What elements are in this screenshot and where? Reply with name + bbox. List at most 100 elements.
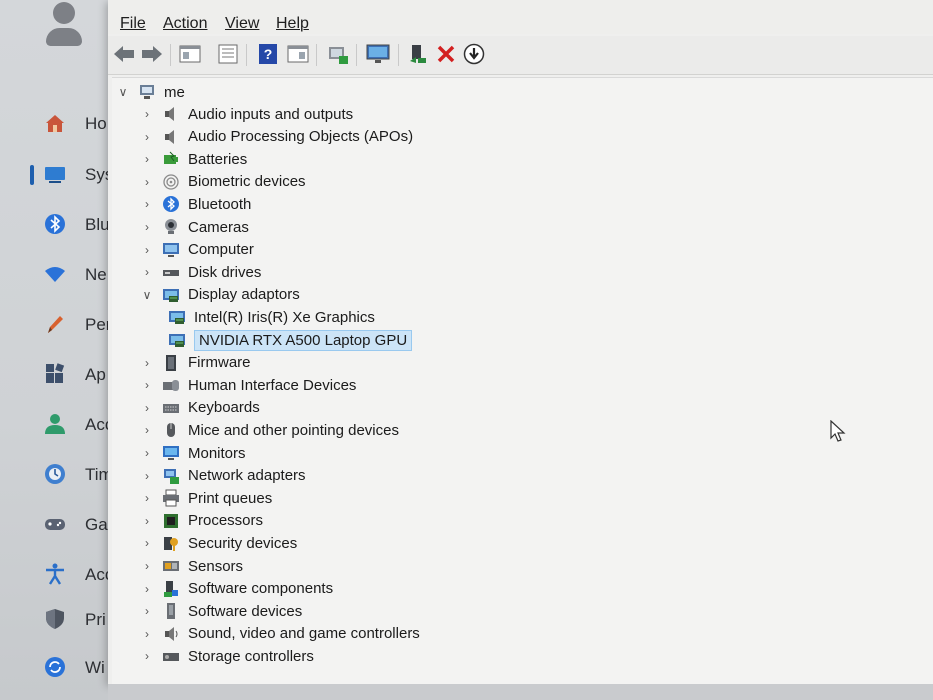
tree-device-selected[interactable]: NVIDIA RTX A500 Laptop GPU [168,329,413,351]
chevron-right-icon[interactable]: › [142,356,152,370]
chevron-right-icon[interactable]: › [142,446,152,460]
chevron-down-icon[interactable]: ∨ [118,85,128,99]
tree-category[interactable]: › Keyboards [142,397,260,419]
chevron-right-icon[interactable]: › [142,627,152,641]
tree-category[interactable]: › Batteries [142,148,247,170]
update-driver-button[interactable] [462,42,486,66]
nav-accounts[interactable]: Acc [0,403,113,447]
chevron-right-icon[interactable]: › [142,265,152,279]
chevron-right-icon[interactable]: › [142,491,152,505]
tree-device[interactable]: Intel(R) Iris(R) Xe Graphics [168,306,375,328]
chevron-right-icon[interactable]: › [142,197,152,211]
tree-category[interactable]: › Sensors [142,555,243,577]
chevron-right-icon[interactable]: › [142,401,152,415]
tree-category[interactable]: › Print queues [142,487,272,509]
tree-category[interactable]: › Computer [142,239,254,261]
tree-root[interactable]: ∨ me [118,81,185,103]
enable-device-button[interactable] [406,42,430,66]
nav-gaming[interactable]: Ga [0,503,112,547]
time-icon [45,464,65,484]
nav-apps[interactable]: Ap [0,353,112,397]
forward-button[interactable] [140,42,164,66]
menu-action[interactable]: Action [163,15,207,33]
chevron-right-icon[interactable]: › [142,423,152,437]
chevron-right-icon[interactable]: › [142,559,152,573]
help-icon: ? [259,44,277,64]
tree-category[interactable]: › Disk drives [142,261,261,283]
system-icon [45,167,65,183]
tree-category[interactable]: › Cameras [142,216,249,238]
tree-category[interactable]: ∨ Display adaptors [142,284,300,306]
nav-time[interactable]: Tim [0,453,113,497]
chevron-right-icon[interactable]: › [142,604,152,618]
tree-category[interactable]: › Monitors [142,442,246,464]
enable-device-icon [410,45,426,63]
chevron-right-icon[interactable]: › [142,175,152,189]
tree-category[interactable]: › Software devices [142,600,302,622]
user-avatar[interactable] [44,2,86,46]
hid-icon [162,376,180,394]
tree-category-label: Monitors [188,444,246,462]
settings-sidebar: Ho Sys Blu Ne Per Ap Acc Tim Ga Acc Pri [0,0,113,700]
nav-privacy[interactable]: Pri [0,598,112,642]
home-icon [46,115,64,132]
nav-windows-update[interactable]: Wi [0,646,112,690]
uninstall-icon [437,45,455,63]
accounts-icon [45,414,65,434]
tree-category[interactable]: › Security devices [142,532,297,554]
menu-file[interactable]: File [120,15,146,33]
chevron-right-icon[interactable]: › [142,130,152,144]
nav-label: Wi [85,658,105,677]
chevron-right-icon[interactable]: › [142,243,152,257]
chevron-right-icon[interactable]: › [142,152,152,166]
tree-category[interactable]: › Audio Processing Objects (APOs) [142,126,413,148]
display-adapter-icon [168,331,186,349]
disk-icon [162,263,180,281]
tree-category[interactable]: › Sound, video and game controllers [142,623,420,645]
chevron-right-icon[interactable]: › [142,536,152,550]
tree-category[interactable]: › Software components [142,578,333,600]
tree-category[interactable]: › Human Interface Devices [142,374,356,396]
tree-category[interactable]: › Mice and other pointing devices [142,419,399,441]
tree-category[interactable]: › Processors [142,510,263,532]
network-icon [45,267,65,282]
menu-view[interactable]: View [225,15,259,33]
properties-button[interactable] [216,42,240,66]
chevron-right-icon[interactable]: › [142,582,152,596]
chevron-right-icon[interactable]: › [142,469,152,483]
network-adapter-icon [162,467,180,485]
back-button[interactable] [112,42,136,66]
tree-category[interactable]: › Bluetooth [142,193,251,215]
tree-category-label: Firmware [188,354,251,372]
tree-category[interactable]: › Storage controllers [142,645,314,667]
help-button[interactable]: ? [256,42,280,66]
uninstall-device-button[interactable] [434,42,458,66]
nav-label: Ne [85,265,107,284]
tree-category[interactable]: › Firmware [142,352,251,374]
tree-category[interactable]: › Biometric devices [142,171,306,193]
monitor-icon [366,44,390,63]
nav-label: Ap [85,365,106,384]
tree-category-label: Human Interface Devices [188,376,357,394]
chevron-right-icon[interactable]: › [142,220,152,234]
nav-accessibility[interactable]: Acc [0,553,113,597]
nav-system[interactable]: Sys [0,153,113,197]
menu-help[interactable]: Help [276,15,309,33]
monitor-button[interactable] [366,42,390,66]
chevron-down-icon[interactable]: ∨ [142,288,152,302]
nav-personalisation[interactable]: Per [0,303,112,347]
chevron-right-icon[interactable]: › [142,378,152,392]
computer-icon [138,83,156,101]
show-hide-console-tree-button[interactable] [178,42,202,66]
nav-network[interactable]: Ne [0,253,112,297]
nav-bluetooth[interactable]: Blu [0,203,112,247]
tree-category[interactable]: › Audio inputs and outputs [142,103,353,125]
scan-hardware-button[interactable] [326,42,350,66]
speaker-icon [162,105,180,123]
chevron-right-icon[interactable]: › [142,107,152,121]
tree-category[interactable]: › Network adapters [142,465,306,487]
chevron-right-icon[interactable]: › [142,514,152,528]
nav-home[interactable]: Ho [0,102,112,146]
view-button[interactable] [286,42,310,66]
chevron-right-icon[interactable]: › [142,649,152,663]
